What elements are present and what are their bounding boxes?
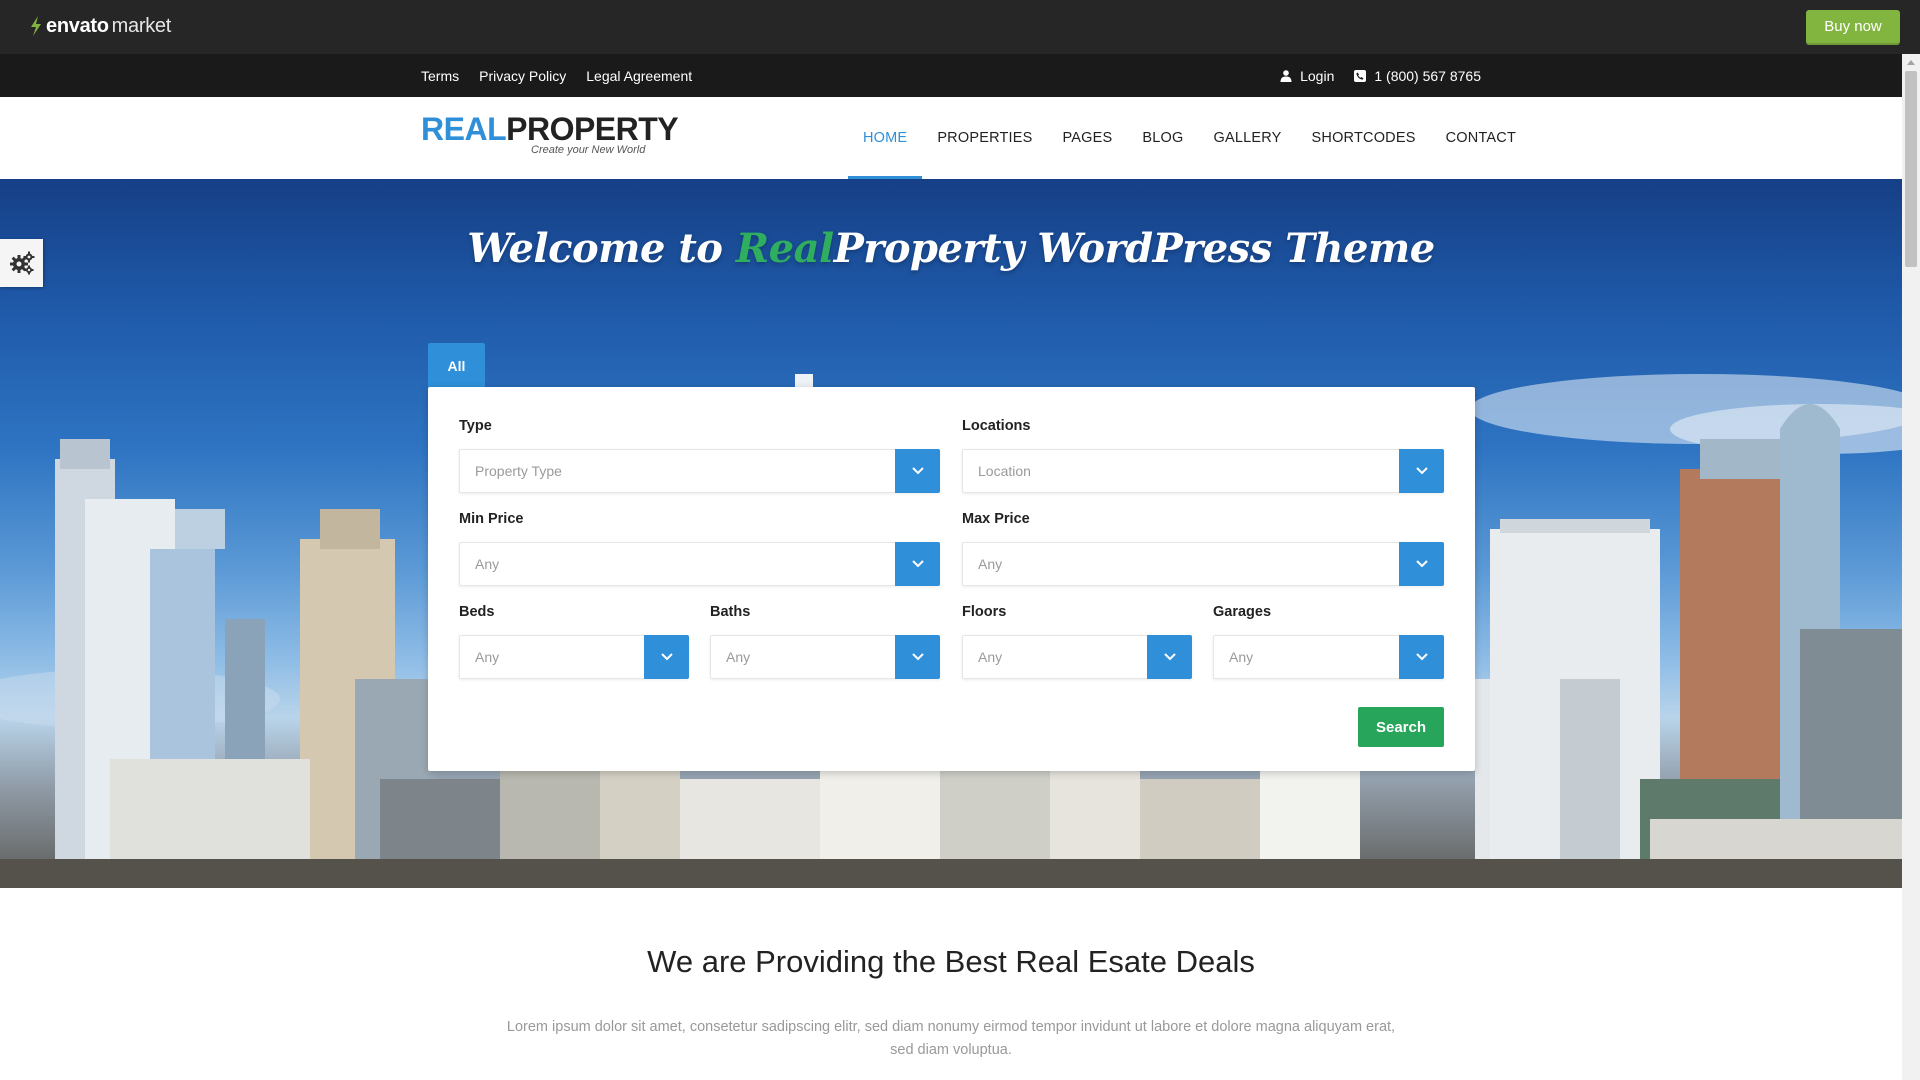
scroll-up-button[interactable] — [1902, 54, 1920, 71]
property-type-select[interactable]: Property Type — [459, 449, 940, 493]
nav-contact[interactable]: CONTACT — [1431, 97, 1531, 179]
scroll-thumb[interactable] — [1905, 71, 1917, 267]
search-button[interactable]: Search — [1358, 707, 1444, 747]
top-links: Terms Privacy Policy Legal Agreement — [421, 54, 692, 97]
terms-link[interactable]: Terms — [421, 68, 459, 84]
settings-panel-toggle[interactable] — [0, 239, 43, 287]
chevron-down-icon — [911, 560, 924, 568]
logo-tagline: Create your New World — [531, 144, 646, 156]
section-text: Lorem ipsum dolor sit amet, consetetur s… — [506, 1019, 1396, 1058]
envato-market-bar: envato market Buy now — [0, 0, 1920, 54]
nav-shortcodes[interactable]: SHORTCODES — [1297, 97, 1431, 179]
site-header: REALPROPERTY Create your New World HOME … — [0, 97, 1902, 185]
chevron-down-icon — [1415, 467, 1428, 475]
nav-blog[interactable]: BLOG — [1127, 97, 1198, 179]
legal-agreement-link[interactable]: Legal Agreement — [586, 68, 692, 84]
chevron-down-icon — [1415, 560, 1428, 568]
gears-icon — [9, 251, 34, 275]
hero-title: Welcome to RealProperty WordPress Theme — [0, 225, 1902, 272]
floors-select[interactable]: Any — [962, 635, 1192, 679]
min-price-dropdown-button[interactable] — [895, 542, 940, 586]
garages-value: Any — [1229, 649, 1254, 665]
garages-dropdown-button[interactable] — [1399, 635, 1444, 679]
baths-dropdown-button[interactable] — [895, 635, 940, 679]
floors-value: Any — [978, 649, 1003, 665]
envato-brand-suffix: market — [111, 14, 172, 37]
nav-pages[interactable]: PAGES — [1048, 97, 1128, 179]
baths-select[interactable]: Any — [710, 635, 940, 679]
user-icon — [1280, 69, 1292, 82]
min-price-label: Min Price — [459, 511, 524, 527]
type-label: Type — [459, 418, 492, 434]
chevron-down-icon — [1163, 653, 1176, 661]
top-bar: Terms Privacy Policy Legal Agreement Log… — [0, 54, 1902, 97]
property-type-value: Property Type — [475, 463, 562, 479]
section-title: We are Providing the Best Real Esate Dea… — [647, 944, 1255, 979]
beds-select[interactable]: Any — [459, 635, 689, 679]
hero-title-post: Property WordPress Theme — [833, 225, 1436, 272]
top-contact: Login 1 (800) 567 8765 — [1280, 54, 1481, 97]
location-value: Location — [978, 463, 1031, 479]
property-search-panel: Type Property Type Locations Location Mi… — [428, 387, 1475, 771]
locations-label: Locations — [962, 418, 1031, 434]
tab-all[interactable]: All — [428, 343, 485, 395]
chevron-down-icon — [660, 653, 673, 661]
garages-label: Garages — [1213, 604, 1272, 620]
main-nav: HOME PROPERTIES PAGES BLOG GALLERY SHORT… — [848, 97, 1531, 185]
location-dropdown-button[interactable] — [1399, 449, 1444, 493]
site-logo[interactable]: REALPROPERTY Create your New World — [421, 111, 679, 156]
page-scrollbar[interactable] — [1902, 54, 1920, 1080]
chevron-down-icon — [911, 653, 924, 661]
beds-dropdown-button[interactable] — [644, 635, 689, 679]
phone-number: 1 (800) 567 8765 — [1374, 67, 1481, 84]
phone-contact[interactable]: 1 (800) 567 8765 — [1354, 68, 1481, 84]
beds-value: Any — [475, 649, 500, 665]
privacy-policy-link[interactable]: Privacy Policy — [479, 68, 566, 84]
floors-dropdown-button[interactable] — [1147, 635, 1192, 679]
phone-icon — [1354, 69, 1367, 82]
buy-now-button[interactable]: Buy now — [1806, 10, 1900, 43]
nav-home[interactable]: HOME — [848, 97, 923, 185]
nav-properties[interactable]: PROPERTIES — [922, 97, 1047, 179]
chevron-down-icon — [911, 467, 924, 475]
max-price-dropdown-button[interactable] — [1399, 542, 1444, 586]
chevron-up-icon — [1907, 60, 1915, 65]
baths-label: Baths — [710, 604, 751, 620]
location-select[interactable]: Location — [962, 449, 1444, 493]
envato-brand: envato — [46, 14, 109, 37]
logo-real: REAL — [421, 111, 507, 147]
login-link[interactable]: Login — [1280, 68, 1334, 84]
garages-select[interactable]: Any — [1213, 635, 1444, 679]
nav-gallery[interactable]: GALLERY — [1199, 97, 1297, 179]
baths-value: Any — [726, 649, 751, 665]
max-price-label: Max Price — [962, 511, 1030, 527]
leaf-icon — [31, 16, 41, 36]
floors-label: Floors — [962, 604, 1007, 620]
logo-property: PROPERTY — [506, 111, 679, 147]
max-price-value: Any — [978, 556, 1003, 572]
min-price-select[interactable]: Any — [459, 542, 940, 586]
min-price-value: Any — [475, 556, 500, 572]
beds-label: Beds — [459, 604, 495, 620]
max-price-select[interactable]: Any — [962, 542, 1444, 586]
envato-logo[interactable]: envato market — [29, 13, 171, 39]
hero-title-pre: Welcome to — [467, 225, 736, 272]
chevron-down-icon — [1415, 653, 1428, 661]
hero-title-highlight: Real — [735, 225, 834, 272]
property-type-dropdown-button[interactable] — [895, 449, 940, 493]
login-label: Login — [1300, 67, 1335, 84]
